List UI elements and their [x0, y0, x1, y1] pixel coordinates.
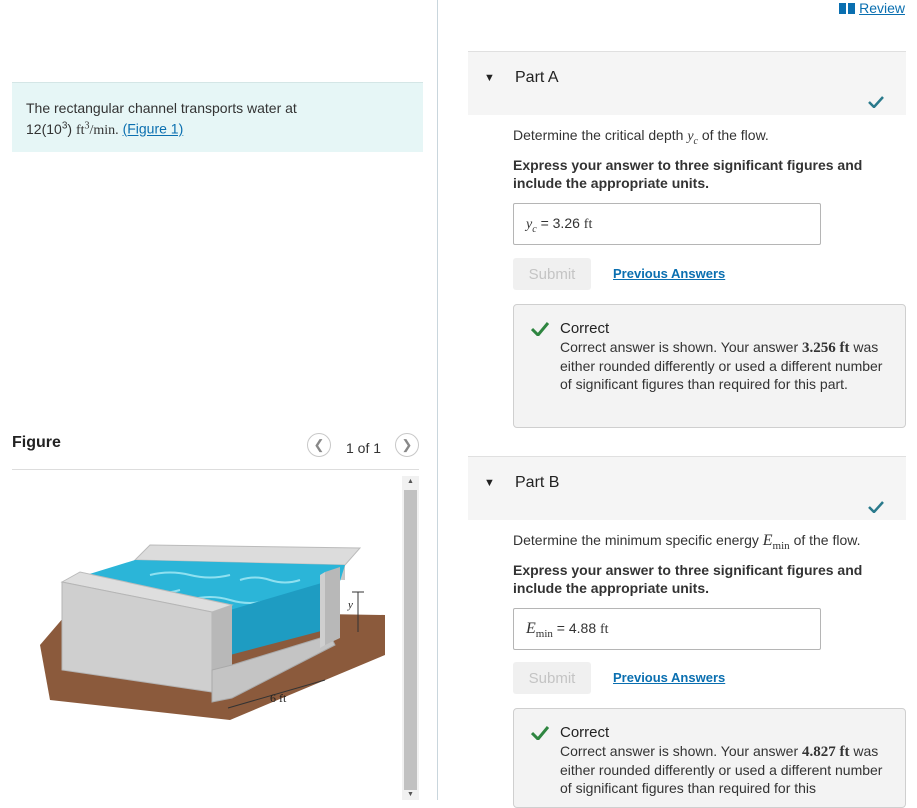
part-b-answer-field[interactable]: Emin = 4.88 ft: [513, 608, 821, 650]
depth-dimension-label: y: [347, 599, 353, 611]
figure-title: Figure: [12, 434, 61, 451]
part-a-instruction: Express your answer to three significant…: [513, 157, 863, 191]
width-dimension-label: 6 ft: [270, 691, 287, 705]
checkmark-icon: [868, 501, 884, 513]
book-icon: [839, 2, 856, 14]
caret-down-icon: ▼: [484, 477, 495, 489]
part-a-title: Part A: [515, 69, 559, 86]
part-b-question: Determine the minimum specific energy Em…: [513, 532, 861, 552]
feedback-text: Correct answer is shown. Your answer 4.8…: [560, 743, 883, 796]
feedback-text: Correct answer is shown. Your answer 3.2…: [560, 339, 883, 392]
figure-separator: [12, 469, 419, 470]
scrollbar-thumb[interactable]: [404, 490, 417, 790]
part-a-previous-answers-link[interactable]: Previous Answers: [613, 266, 725, 281]
part-a-header[interactable]: ▼ Part A: [468, 51, 906, 115]
problem-statement: The rectangular channel transports water…: [12, 82, 423, 152]
review-label[interactable]: Review: [859, 0, 905, 16]
part-b-previous-answers-link[interactable]: Previous Answers: [613, 670, 725, 685]
feedback-title: Correct: [560, 320, 610, 337]
caret-down-icon: ▼: [484, 72, 495, 84]
part-b-instruction: Express your answer to three significant…: [513, 562, 863, 596]
part-a-submit-button[interactable]: Submit: [513, 258, 591, 290]
part-b-feedback: Correct Correct answer is shown. Your an…: [513, 708, 906, 808]
checkmark-icon: [868, 96, 884, 108]
part-a-answer-field[interactable]: yc = 3.26 ft: [513, 203, 821, 245]
figure-counter: 1 of 1: [346, 440, 382, 456]
correct-check-icon: [531, 322, 549, 336]
figure-link[interactable]: (Figure 1): [123, 121, 184, 137]
review-link[interactable]: Review: [839, 0, 905, 16]
chevron-right-icon: ❯: [401, 437, 413, 452]
problem-text: The rectangular channel transports water…: [26, 100, 297, 116]
part-b-title: Part B: [515, 474, 560, 491]
scroll-down-arrow-icon[interactable]: ▼: [407, 791, 414, 798]
scroll-up-arrow-icon[interactable]: ▲: [407, 478, 414, 485]
channel-figure: 6 ft y: [40, 544, 385, 720]
part-b-header[interactable]: ▼ Part B: [468, 456, 906, 520]
flow-value: 12(103) ft3/min.: [26, 120, 119, 138]
part-a-feedback: Correct Correct answer is shown. Your an…: [513, 304, 906, 428]
feedback-title: Correct: [560, 724, 610, 741]
correct-check-icon: [531, 726, 549, 740]
part-a-question: Determine the critical depth yc of the f…: [513, 127, 769, 147]
prev-figure-button[interactable]: ❮: [307, 433, 331, 457]
part-b-submit-button[interactable]: Submit: [513, 662, 591, 694]
figure-scrollbar[interactable]: ▲ ▼: [402, 476, 419, 800]
pane-divider: [437, 0, 438, 800]
chevron-left-icon: ❮: [313, 437, 325, 452]
next-figure-button[interactable]: ❯: [395, 433, 419, 457]
